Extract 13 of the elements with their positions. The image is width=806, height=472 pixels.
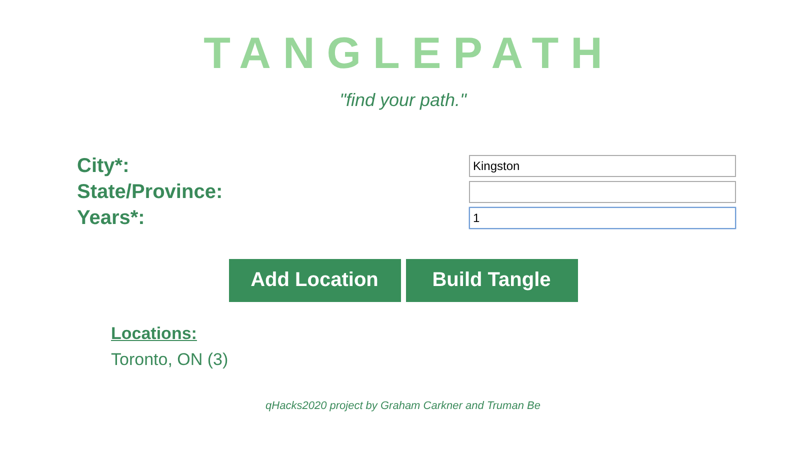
app-title: TANGLEPATH: [202, 28, 616, 78]
input-field[interactable]: [469, 181, 736, 203]
location-item: Toronto, ON (3): [111, 350, 230, 370]
action-button[interactable]: Add Location: [228, 259, 400, 302]
input-field[interactable]: Kingston: [469, 155, 736, 177]
locations-heading: Locations:: [111, 324, 198, 344]
field-label: Years*:: [77, 207, 146, 229]
field-label: City*:: [77, 155, 130, 177]
input-field[interactable]: 1: [469, 207, 736, 229]
footer-text: qHacks2020 project by Graham Carkner and Truman Be: [264, 400, 542, 412]
tagline: "find your path.": [338, 90, 468, 111]
field-label: State/Province:: [77, 181, 224, 203]
action-button[interactable]: Build Tangle: [406, 259, 578, 302]
